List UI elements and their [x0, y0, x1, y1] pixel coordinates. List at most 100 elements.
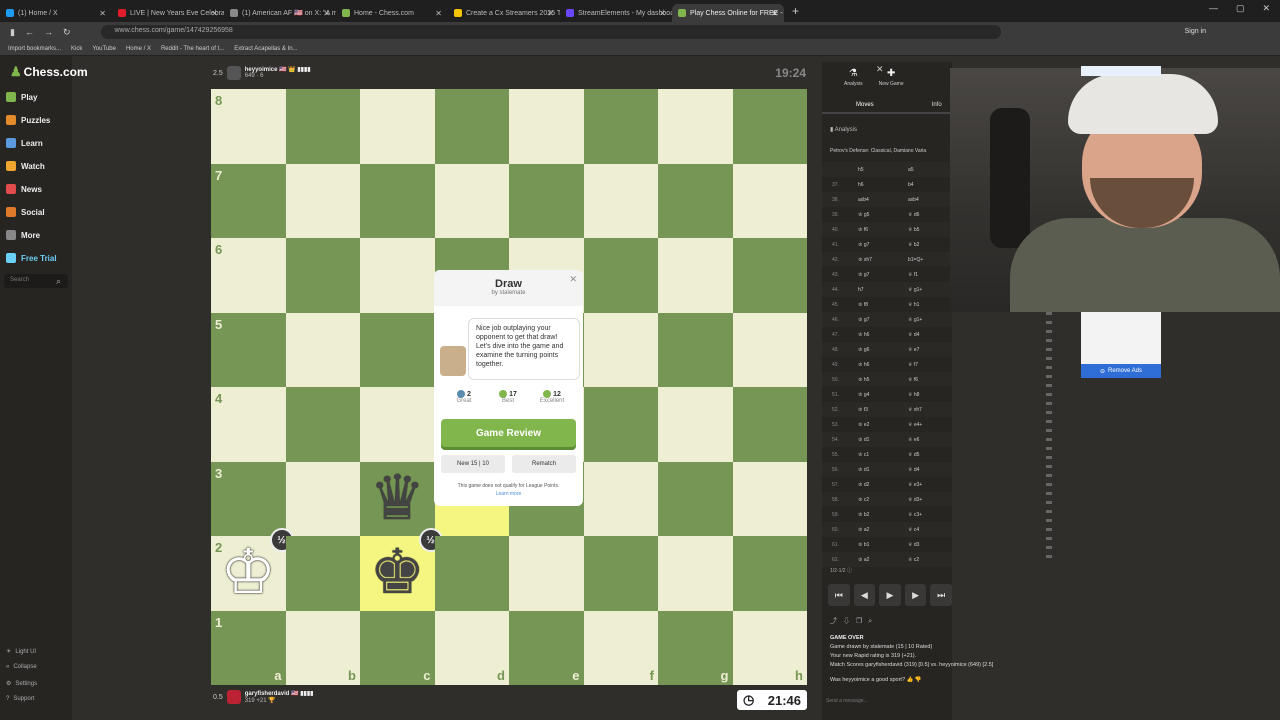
white-move[interactable]: ♔ f8: [858, 302, 908, 308]
sidebar-item-watch[interactable]: Watch: [6, 161, 45, 171]
square-a3[interactable]: 3: [211, 461, 286, 536]
square-f4[interactable]: [583, 387, 658, 462]
square-c3[interactable]: ♛: [360, 461, 435, 537]
sidebar-footer-collapse[interactable]: «Collapse: [6, 664, 37, 670]
square-b6[interactable]: [285, 238, 360, 313]
minimize-icon[interactable]: —: [1209, 3, 1218, 14]
black-move[interactable]: ♕ h1: [908, 302, 919, 308]
white-move[interactable]: h7: [858, 287, 908, 293]
sidebar-item-more[interactable]: More: [6, 230, 40, 240]
bookmark-item[interactable]: Reddit - The heart of t...: [161, 46, 224, 52]
white-move[interactable]: ♔ h5: [858, 377, 908, 383]
black-queen-piece[interactable]: ♛: [360, 462, 435, 537]
square-a1[interactable]: 1a: [211, 610, 286, 685]
white-move[interactable]: axb4: [858, 197, 908, 203]
next-move-button[interactable]: ▶: [904, 584, 927, 606]
black-move[interactable]: ♕ e3+: [908, 482, 922, 488]
black-move[interactable]: ♕ d3+: [908, 497, 922, 503]
maximize-icon[interactable]: ▢: [1236, 3, 1245, 14]
white-move[interactable]: ♔ c2: [858, 497, 908, 503]
square-e1[interactable]: e: [509, 610, 584, 685]
ad-box[interactable]: [1081, 312, 1161, 366]
black-move[interactable]: ♕ d4: [908, 332, 919, 338]
square-c8[interactable]: [360, 89, 435, 164]
square-h4[interactable]: [732, 387, 807, 462]
white-move[interactable]: ♔ b1: [858, 542, 908, 548]
tab-close-icon[interactable]: ✕: [547, 9, 554, 18]
square-b8[interactable]: [285, 89, 360, 164]
opening-name[interactable]: Petrov's Defense: Classical, Damiano Var…: [830, 148, 952, 154]
bookmark-item[interactable]: YouTube: [92, 46, 116, 52]
tab-close-icon[interactable]: ✕: [771, 9, 778, 18]
square-c4[interactable]: [360, 387, 435, 462]
browser-tab[interactable]: LIVE | New Years Eve Celebratio ✕: [112, 4, 224, 22]
square-f7[interactable]: [583, 163, 658, 238]
forward-icon[interactable]: →: [44, 27, 53, 37]
white-move[interactable]: ♔ g7: [858, 272, 908, 278]
white-move[interactable]: ♔ a2: [858, 557, 908, 563]
white-move[interactable]: ♔ f3: [858, 407, 908, 413]
white-move[interactable]: ♔ g4: [858, 392, 908, 398]
last-move-button[interactable]: ⏭: [930, 584, 952, 606]
black-move[interactable]: b1=Q+: [908, 257, 923, 263]
bookmark-item[interactable]: Home / X: [126, 46, 151, 52]
chat-input[interactable]: Send a message...: [826, 698, 868, 704]
square-g6[interactable]: [658, 238, 733, 313]
browser-tab[interactable]: (1) American AF 🇺🇸 on X: "A mu ✕: [224, 4, 336, 22]
browser-tab[interactable]: StreamElements - My dashboar ✕: [560, 4, 672, 22]
black-move[interactable]: ♕ b2: [908, 242, 919, 248]
black-move[interactable]: ♕ e6: [908, 437, 919, 443]
sidebar-item-puzzles[interactable]: Puzzles: [6, 115, 50, 125]
square-h3[interactable]: [732, 461, 807, 536]
first-move-button[interactable]: ⏮: [828, 584, 850, 606]
square-a6[interactable]: 6: [211, 238, 286, 313]
sidebar-item-social[interactable]: Social: [6, 207, 45, 217]
bookmark-item[interactable]: Extract Acapellas & In...: [234, 46, 297, 52]
panel-tab-analysis[interactable]: ⚗ Analysis: [844, 68, 863, 96]
search-icon[interactable]: ⌕: [56, 276, 61, 287]
zoom-icon[interactable]: ⌕: [868, 618, 878, 625]
square-b4[interactable]: [285, 387, 360, 462]
rematch-button[interactable]: Rematch: [512, 455, 576, 473]
tab-close-icon[interactable]: ✕: [323, 9, 330, 18]
back-icon[interactable]: ←: [25, 27, 34, 37]
square-g5[interactable]: [658, 312, 733, 387]
square-b3[interactable]: [285, 461, 360, 536]
black-move[interactable]: ♕ d5: [908, 452, 919, 458]
white-move[interactable]: ♔ g5: [858, 212, 908, 218]
new-tab-icon[interactable]: +: [792, 4, 799, 18]
sidebar-item-play[interactable]: Play: [6, 92, 37, 102]
square-g3[interactable]: [658, 461, 733, 536]
sidebar-toggle-icon[interactable]: ▮: [10, 27, 15, 38]
square-b7[interactable]: [285, 163, 360, 238]
square-e8[interactable]: [509, 89, 584, 164]
square-c2[interactable]: ♚ ½: [360, 528, 443, 611]
url-field[interactable]: www.chess.com/game/147429256958: [100, 25, 1001, 39]
square-e7[interactable]: [509, 163, 584, 238]
square-d7[interactable]: [434, 163, 509, 238]
square-f3[interactable]: [583, 461, 658, 536]
panel-close-icon[interactable]: ✕: [876, 64, 884, 75]
black-move[interactable]: ♕ c2: [908, 557, 919, 563]
black-move[interactable]: b4: [908, 182, 914, 188]
square-h8[interactable]: [732, 89, 807, 164]
white-move[interactable]: ♔ h6: [858, 362, 908, 368]
browser-tab[interactable]: (1) Home / X ✕: [0, 4, 112, 22]
black-move[interactable]: ♕ d6: [908, 212, 919, 218]
browser-tab[interactable]: Play Chess Online for FREE - 2 ✕: [672, 4, 784, 22]
sidebar-footer-support[interactable]: ? Support: [6, 696, 34, 702]
black-move[interactable]: ♕ f6: [908, 377, 918, 383]
tab-info[interactable]: Info: [932, 102, 942, 108]
square-a2[interactable]: 2 ♔ ½: [211, 528, 294, 611]
white-move[interactable]: ♔ a2: [858, 527, 908, 533]
black-move[interactable]: ♕ e7: [908, 347, 919, 353]
top-player-avatar[interactable]: [226, 66, 241, 80]
tab-close-icon[interactable]: ✕: [435, 9, 442, 18]
square-g1[interactable]: g: [658, 610, 733, 685]
sidebar-item-news[interactable]: News: [6, 184, 42, 194]
sidebar-item-free-trial[interactable]: Free Trial: [6, 253, 57, 263]
white-move[interactable]: ♔ xh7: [858, 257, 908, 263]
white-move[interactable]: ♔ e2: [858, 422, 908, 428]
chesscom-logo[interactable]: ♟ Chess.com: [10, 64, 88, 80]
square-a4[interactable]: 4: [211, 387, 286, 462]
